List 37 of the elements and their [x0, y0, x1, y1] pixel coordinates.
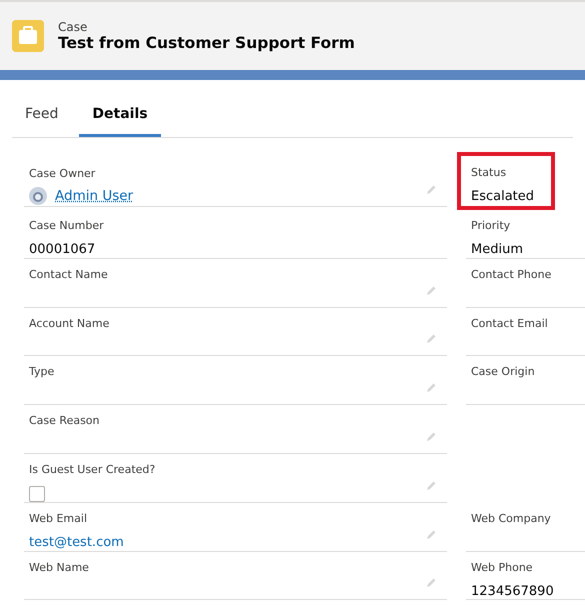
- field-value: 1234567890: [471, 582, 554, 600]
- field-label: Web Email: [29, 510, 87, 527]
- field-label: Contact Email: [471, 316, 548, 332]
- field-label: Web Name: [29, 560, 89, 576]
- field-label: Priority: [471, 218, 510, 234]
- field-value: Escalated: [471, 188, 534, 206]
- field-value: 00001067: [29, 241, 96, 259]
- edit-icon[interactable]: [425, 284, 437, 297]
- tab[interactable]: Feed: [12, 94, 72, 137]
- briefcase-icon: [12, 20, 44, 52]
- field-label: Web Phone: [471, 560, 533, 576]
- field-label: Status: [471, 165, 506, 181]
- edit-icon[interactable]: [425, 577, 437, 590]
- record-title: Test from Customer Support Form: [58, 34, 355, 52]
- field-value: Medium: [471, 241, 523, 259]
- field-label: Case Number: [29, 218, 104, 234]
- field-label: Web Company: [471, 510, 551, 527]
- user-link[interactable]: Admin User: [55, 186, 134, 206]
- field-label: Case Reason: [29, 413, 100, 430]
- field-label: Type: [29, 364, 54, 380]
- checkbox[interactable]: [29, 486, 45, 502]
- field-label: Contact Name: [29, 266, 108, 283]
- edit-icon[interactable]: [425, 382, 437, 394]
- edit-icon[interactable]: [425, 184, 437, 196]
- field-label: Case Origin: [471, 364, 535, 380]
- edit-icon[interactable]: [425, 333, 437, 346]
- avatar-icon: [29, 187, 47, 206]
- field-label: Contact Phone: [471, 266, 552, 283]
- edit-icon[interactable]: [425, 430, 437, 443]
- tab[interactable]: Details: [79, 94, 161, 137]
- email-link[interactable]: test@test.com: [29, 532, 124, 552]
- field-label: Case Owner: [29, 166, 96, 182]
- field-label: Is Guest User Created?: [29, 462, 156, 478]
- field-label: Account Name: [29, 316, 110, 332]
- edit-icon[interactable]: [425, 528, 437, 541]
- object-type: Case: [58, 20, 88, 34]
- edit-icon[interactable]: [425, 480, 437, 492]
